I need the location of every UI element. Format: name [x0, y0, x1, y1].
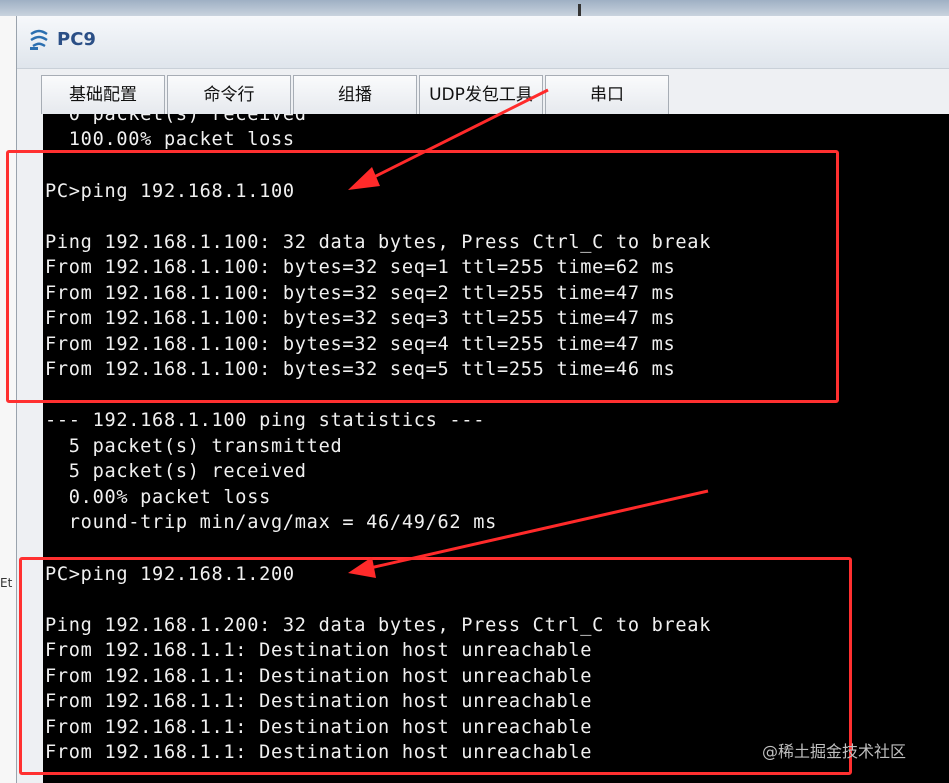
terminal-line: round-trip min/avg/max = 46/49/62 ms [45, 512, 497, 533]
tab-udp-tool[interactable]: UDP发包工具 [419, 75, 543, 114]
watermark-text: @稀土掘金技术社区 [762, 742, 907, 761]
terminal-line: 5 packet(s) received [45, 461, 307, 482]
highlight-box-ping-unreachable [19, 557, 852, 775]
tab-command-line[interactable]: 命令行 [167, 75, 291, 114]
network-pc-icon [30, 29, 48, 50]
terminal-line: 0 packet(s) received [45, 114, 307, 125]
tab-serial[interactable]: 串口 [545, 75, 669, 114]
tab-multicast[interactable]: 组播 [293, 75, 417, 114]
desktop-marker [578, 4, 581, 16]
window-titlebar[interactable]: PC9 [17, 16, 949, 69]
terminal-line: 5 packet(s) transmitted [45, 436, 343, 457]
terminal-line: 100.00% packet loss [45, 129, 295, 150]
desktop-top-strip [0, 0, 949, 16]
terminal-line: --- 192.168.1.100 ping statistics --- [45, 410, 486, 431]
highlight-box-ping-success [6, 150, 839, 403]
terminal-line: 0.00% packet loss [45, 487, 271, 508]
cable-label-fragment: Et [0, 576, 13, 590]
tab-basic-config[interactable]: 基础配置 [41, 75, 165, 114]
window-title: PC9 [57, 29, 96, 50]
